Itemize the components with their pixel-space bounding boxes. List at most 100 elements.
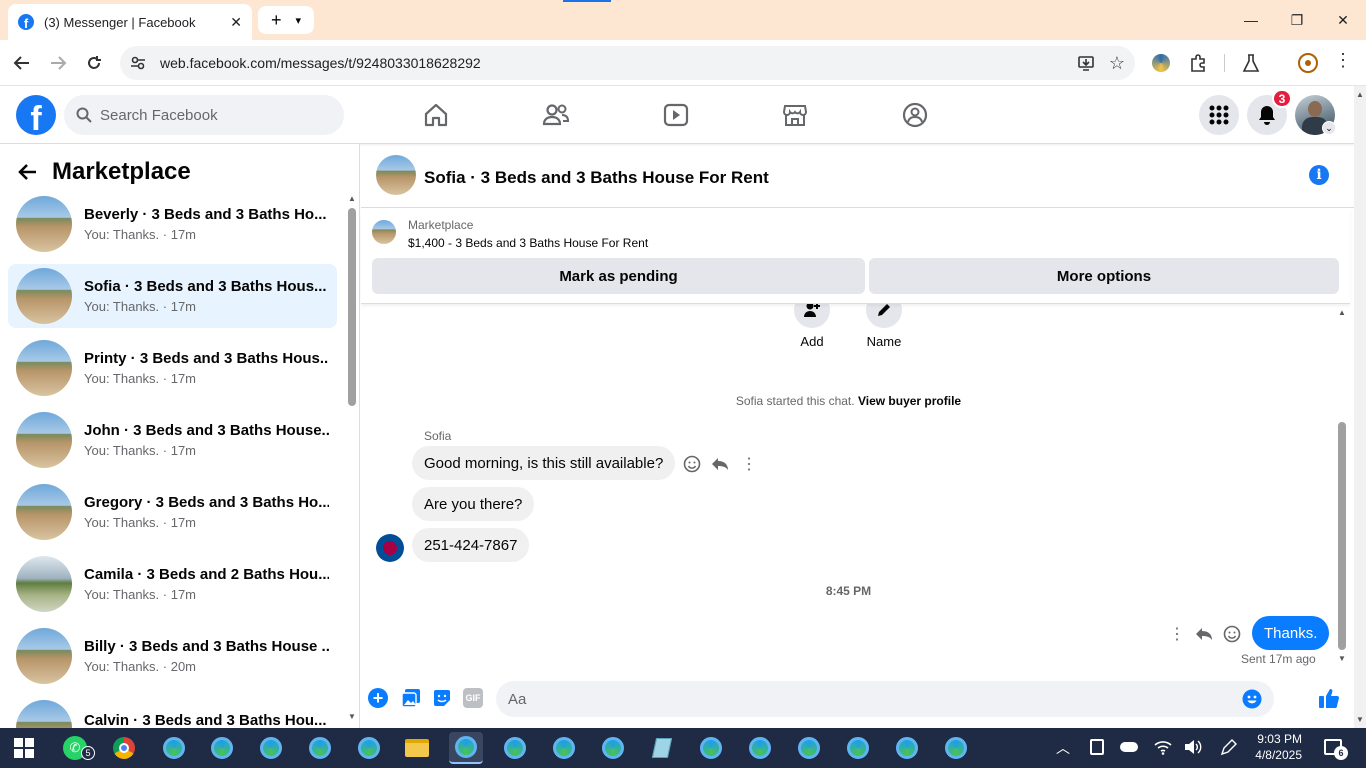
extension-globe-icon[interactable] [1152,54,1170,72]
conversation-item[interactable]: Billy · 3 Beds and 3 Baths House ... You:… [8,624,337,688]
pen-icon[interactable] [1220,738,1238,756]
reply-icon[interactable] [711,455,729,473]
labs-flask-icon[interactable] [1242,53,1260,73]
edge-taskbar-icon[interactable] [694,732,728,764]
nav-home[interactable] [406,94,466,136]
more-icon[interactable]: ⋮ [741,454,757,474]
close-window-button[interactable]: ✕ [1320,0,1366,40]
sticker-icon[interactable] [432,688,452,708]
page-scrollbar[interactable]: ▲ ▼ [1354,86,1366,728]
thumbs-up-icon[interactable] [1318,687,1340,709]
tray-device-icon[interactable] [1090,739,1104,755]
sidebar-scroll-thumb[interactable] [348,208,356,406]
conversation-item[interactable]: Printy · 3 Beds and 3 Baths Hous... You: … [8,336,337,400]
menu-button[interactable] [1199,95,1239,135]
bookmark-star-icon[interactable]: ☆ [1109,53,1125,74]
taskbar-clock[interactable]: 9:03 PM 4/8/2025 [1248,731,1302,763]
nav-video[interactable] [646,94,706,136]
message-input[interactable] [508,690,1228,708]
minimize-button[interactable]: — [1228,0,1274,40]
conversation-item-active[interactable]: Sofia · 3 Beds and 3 Baths Hous... You: T… [8,264,337,328]
volume-icon[interactable] [1184,739,1202,755]
edge-taskbar-icon[interactable] [841,732,875,764]
edge-taskbar-icon-active[interactable] [449,732,483,764]
outgoing-message[interactable]: Thanks. [1252,616,1330,650]
restore-button[interactable]: ❐ [1274,0,1320,40]
edge-taskbar-icon[interactable] [352,732,386,764]
info-icon[interactable]: i [1309,165,1329,185]
edge-taskbar-icon[interactable] [254,732,288,764]
new-tab-button[interactable]: + ▾ [258,6,314,34]
incoming-message[interactable]: Good morning, is this still available? [412,446,676,480]
more-icon[interactable]: ⋮ [1169,624,1185,644]
edge-taskbar-icon[interactable] [792,732,826,764]
name-action[interactable]: Name [866,304,902,349]
react-smiley-icon[interactable] [1223,625,1241,643]
notepad-taskbar-icon[interactable] [645,732,679,764]
incoming-message[interactable]: 251-424-7867 [412,528,530,562]
reply-icon[interactable] [1195,625,1213,643]
edge-taskbar-icon[interactable] [205,732,239,764]
nav-friends[interactable] [526,94,586,136]
facebook-logo-icon[interactable]: f [16,95,56,135]
edge-taskbar-icon[interactable] [547,732,581,764]
edge-taskbar-icon[interactable] [743,732,777,764]
file-explorer-icon[interactable] [400,732,434,764]
react-smiley-icon[interactable] [683,455,701,473]
wifi-icon[interactable] [1154,739,1172,755]
facebook-search[interactable] [64,95,344,135]
edge-taskbar-icon[interactable] [939,732,973,764]
pencil-icon[interactable] [866,304,902,328]
address-bar[interactable]: web.facebook.com/messages/t/924803301862… [120,46,1135,80]
chrome-menu-icon[interactable]: ⋮ [1334,50,1352,71]
sender-avatar[interactable] [376,534,404,562]
chevron-down-icon[interactable]: ▾ [295,14,301,27]
onedrive-cloud-icon[interactable] [1120,742,1138,752]
back-arrow-icon[interactable] [18,163,38,181]
site-settings-icon[interactable] [130,55,146,71]
conversation-item[interactable]: Gregory · 3 Beds and 3 Baths Ho... You: T… [8,480,337,544]
plus-circle-icon[interactable]: + [368,688,388,708]
listing-title[interactable]: $1,400 - 3 Beds and 3 Baths House For Re… [408,236,648,250]
thread-scroll-thumb[interactable] [1338,422,1346,650]
more-options-button[interactable]: More options [869,258,1339,294]
add-person-icon[interactable] [794,304,830,328]
extensions-puzzle-icon[interactable] [1188,53,1208,73]
edge-taskbar-icon[interactable] [890,732,924,764]
install-app-icon[interactable] [1077,54,1095,72]
emoji-icon[interactable] [1242,689,1262,709]
chat-avatar[interactable] [376,155,416,195]
windows-start-icon[interactable] [14,738,34,758]
nav-groups[interactable] [885,94,945,136]
gif-icon[interactable]: GIF [463,688,483,708]
mark-as-pending-button[interactable]: Mark as pending [372,258,865,294]
conversation-item[interactable]: John · 3 Beds and 3 Baths House... You: T… [8,408,337,472]
incoming-message[interactable]: Are you there? [412,487,535,521]
back-button[interactable] [6,47,38,79]
search-input[interactable] [100,106,320,124]
nav-marketplace[interactable] [765,94,825,136]
chrome-taskbar-icon[interactable] [107,732,141,764]
add-action[interactable]: Add [794,304,830,349]
url-text[interactable]: web.facebook.com/messages/t/924803301862… [160,55,481,71]
edge-taskbar-icon[interactable] [303,732,337,764]
thread-scroll-down[interactable]: ▼ [1338,654,1346,663]
conversation-item[interactable]: Calvin · 3 Beds and 3 Baths Hou... [8,696,337,728]
view-buyer-profile-link[interactable]: View buyer profile [858,394,961,408]
edge-taskbar-icon[interactable] [157,732,191,764]
chrome-profile-icon[interactable] [1298,53,1318,73]
edge-taskbar-icon[interactable] [498,732,532,764]
thread-scroll-up[interactable]: ▲ [1338,308,1346,317]
forward-button[interactable] [42,47,74,79]
browser-tab[interactable]: f (3) Messenger | Facebook ✕ [8,4,252,40]
edge-taskbar-icon[interactable] [596,732,630,764]
account-chevron-icon[interactable]: ⌄ [1322,121,1336,135]
photo-icon[interactable] [401,688,421,708]
tray-chevron-up-icon[interactable]: ︿ [1056,738,1070,758]
message-input-box[interactable] [496,681,1274,717]
chat-title[interactable]: Sofia · 3 Beds and 3 Baths House For Ren… [424,168,769,188]
reload-button[interactable] [78,47,110,79]
conversation-item[interactable]: Camila · 3 Beds and 2 Baths Hou... You: T… [8,552,337,616]
close-tab-icon[interactable]: ✕ [230,14,242,31]
sidebar-scroll-down[interactable]: ▼ [348,712,356,721]
